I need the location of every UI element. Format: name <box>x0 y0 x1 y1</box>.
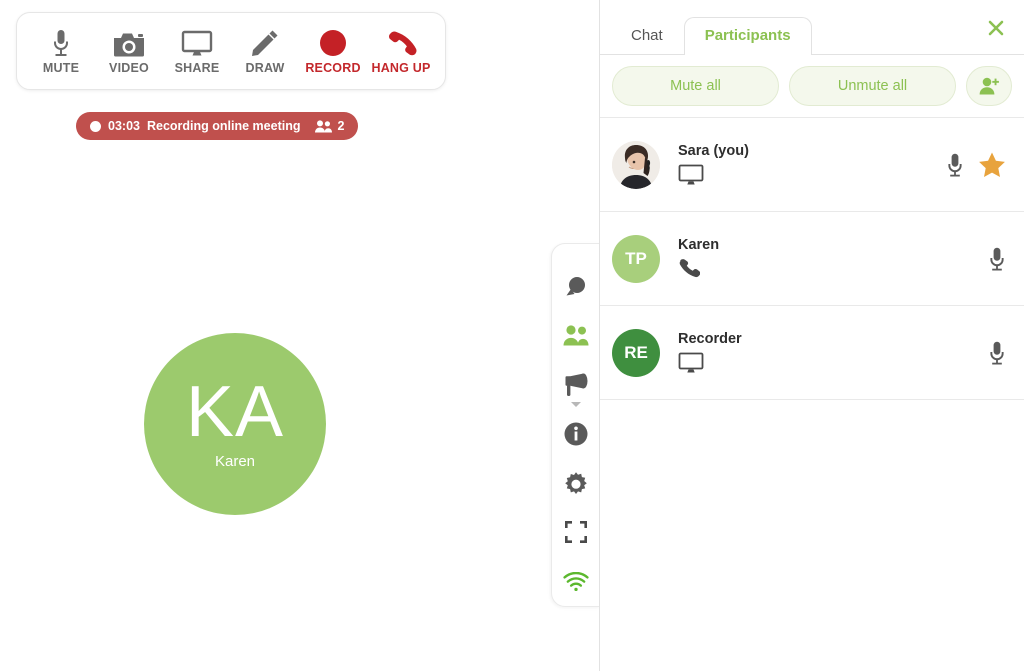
mute-button-label: MUTE <box>42 61 80 75</box>
draw-button[interactable]: DRAW <box>232 27 298 75</box>
hang-up-button[interactable]: HANG UP <box>368 27 434 75</box>
rail-item-connection[interactable] <box>552 557 600 606</box>
monitor-icon <box>678 164 946 186</box>
participant-row[interactable]: TP Karen <box>600 212 1024 306</box>
active-speaker-avatar: KA Karen <box>144 333 326 515</box>
tab-chat[interactable]: Chat <box>610 17 684 55</box>
recording-label: Recording online meeting <box>146 119 301 133</box>
participant-count-value: 2 <box>337 119 345 133</box>
participant-name: Recorder <box>678 331 742 347</box>
participant-row[interactable]: RE Recorder <box>600 306 1024 400</box>
panel-tabs: Chat Participants <box>600 0 1024 55</box>
add-user-icon <box>979 77 1000 95</box>
gear-icon <box>564 471 588 495</box>
microphone-icon[interactable] <box>946 153 964 177</box>
participants-icon <box>315 119 333 133</box>
side-panel: Chat Participants Mute all Unmute all Sa… <box>599 0 1024 671</box>
monitor-icon <box>678 352 988 374</box>
avatar-initials: RE <box>624 342 648 362</box>
tab-participants[interactable]: Participants <box>683 17 812 55</box>
tool-rail <box>551 243 600 607</box>
hang-up-icon <box>383 27 419 57</box>
share-button-label: SHARE <box>174 61 220 75</box>
participant-row-actions <box>988 247 1006 271</box>
participant-info: Karen <box>678 237 988 280</box>
close-icon <box>987 19 1005 37</box>
wifi-icon <box>563 571 589 591</box>
add-participant-button[interactable] <box>966 66 1012 106</box>
rail-item-fullscreen[interactable] <box>552 508 600 557</box>
participant-name: Karen <box>678 237 720 253</box>
draw-button-label: DRAW <box>245 61 285 75</box>
participant-row-actions <box>988 341 1006 365</box>
microphone-icon <box>50 27 72 57</box>
participants-icon <box>563 325 589 346</box>
close-panel-button[interactable] <box>982 14 1010 42</box>
participant-row[interactable]: Sara (you) <box>600 118 1024 212</box>
active-speaker-initials: KA <box>185 372 285 453</box>
participant-info: Sara (you) <box>678 143 946 186</box>
monitor-icon <box>181 27 213 57</box>
megaphone-icon <box>563 373 589 397</box>
microphone-icon[interactable] <box>988 247 1006 271</box>
unmute-all-button[interactable]: Unmute all <box>789 66 956 106</box>
avatar-initials: TP <box>625 248 647 268</box>
camera-icon <box>113 27 145 57</box>
share-button[interactable]: SHARE <box>164 27 230 75</box>
mute-all-button[interactable]: Mute all <box>612 66 779 106</box>
participant-list: Sara (you) TP Karen RE Recorder <box>600 118 1024 400</box>
rail-item-chat[interactable] <box>552 262 600 311</box>
active-speaker-name: Karen <box>214 452 256 470</box>
rail-item-participants[interactable] <box>552 311 600 360</box>
rail-item-settings[interactable] <box>552 459 600 508</box>
info-icon <box>564 422 588 446</box>
mute-button[interactable]: MUTE <box>28 27 94 75</box>
video-button-label: VIDEO <box>109 61 149 75</box>
recording-timer: 03:03 <box>108 119 140 133</box>
video-button[interactable]: VIDEO <box>96 27 162 75</box>
record-button[interactable]: RECORD <box>300 27 366 75</box>
fullscreen-icon <box>565 521 587 544</box>
rail-item-info[interactable] <box>552 409 600 458</box>
avatar: RE <box>612 328 660 377</box>
microphone-icon[interactable] <box>988 341 1006 365</box>
record-dot-icon <box>318 27 348 57</box>
pencil-icon <box>251 27 279 57</box>
chat-bubble-icon <box>564 275 588 299</box>
meeting-toolbar: MUTE VIDEO SHARE DRAW RECORD HANG UP <box>16 12 446 90</box>
participant-info: Recorder <box>678 331 988 374</box>
avatar: TP <box>612 234 660 283</box>
participant-row-actions <box>946 151 1006 179</box>
meeting-stage: MUTE VIDEO SHARE DRAW RECORD HANG UP 03:… <box>0 0 1024 671</box>
hang-up-button-label: HANG UP <box>371 61 431 75</box>
participant-name: Sara (you) <box>678 143 749 159</box>
recording-status-bar: 03:03 Recording online meeting 2 <box>76 112 359 140</box>
chevron-down-icon <box>571 402 581 408</box>
rail-item-announce[interactable] <box>552 360 600 409</box>
participant-count: 2 <box>315 119 344 133</box>
phone-icon <box>678 258 988 280</box>
record-button-label: RECORD <box>305 61 361 75</box>
favorite-star-icon[interactable] <box>978 151 1006 179</box>
recording-indicator-dot <box>90 120 101 132</box>
participant-actions: Mute all Unmute all <box>600 55 1024 118</box>
avatar <box>612 140 660 189</box>
